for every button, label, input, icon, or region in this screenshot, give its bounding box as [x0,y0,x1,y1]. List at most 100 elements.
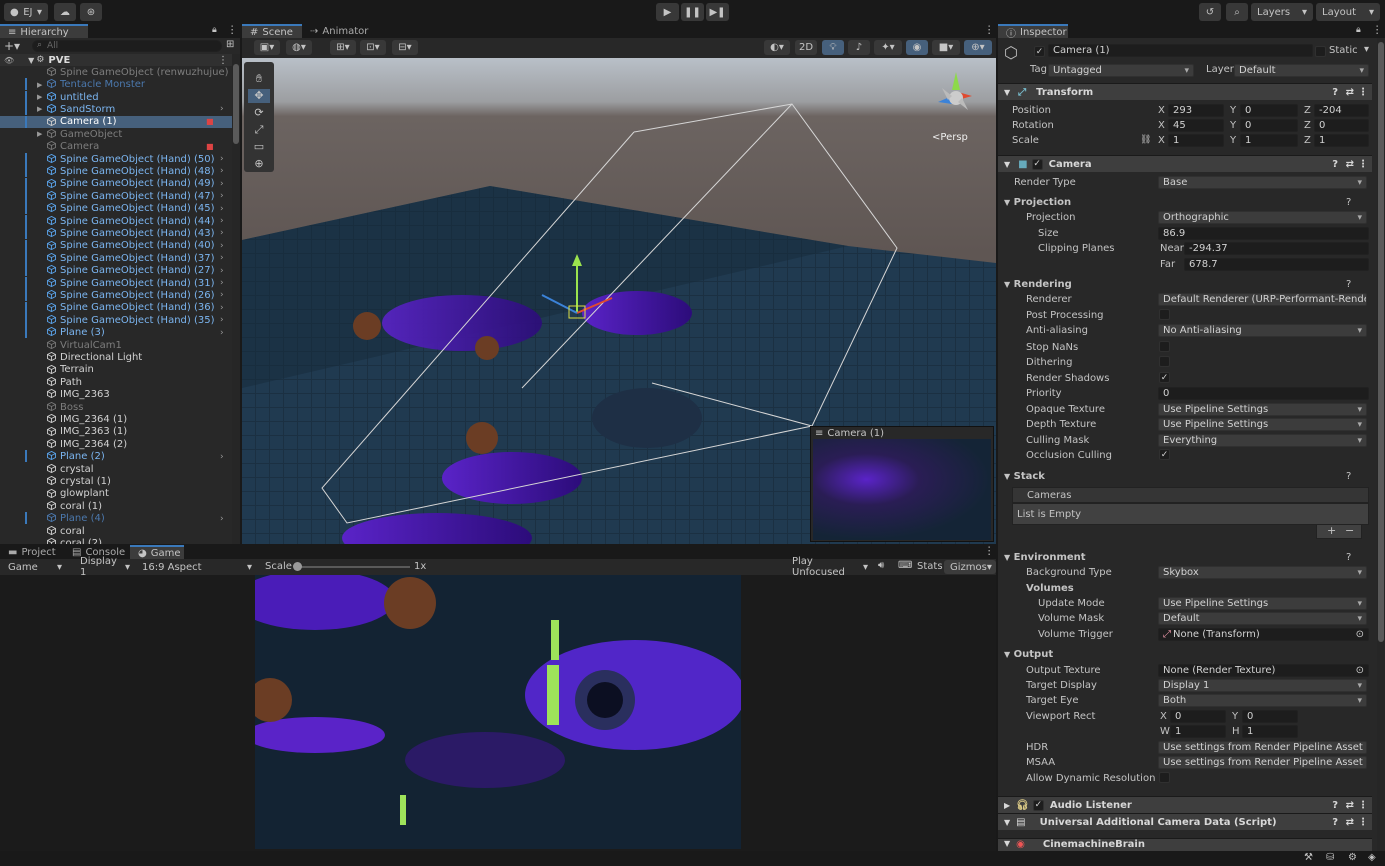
hierarchy-row[interactable]: Spine GameObject (Hand) (37) › [0,252,232,265]
hidden-objects-icon[interactable]: ◉ [906,40,928,55]
projection-foldout[interactable]: ▼ Projection [1004,197,1071,208]
layer-dropdown[interactable]: Default [1234,64,1369,77]
hierarchy-row[interactable]: coral (1) [0,500,232,513]
scene-search-icon[interactable]: ⊞ [226,39,234,50]
hierarchy-row[interactable]: IMG_2363 [0,388,232,401]
play-mode-dropdown[interactable]: Play Unfocused ▾ [786,556,874,578]
rotation-x-field[interactable]: 45 [1168,119,1224,132]
hierarchy-row[interactable]: Camera ■ [0,140,232,153]
far-field[interactable]: 678.7 [1184,258,1369,271]
output-foldout[interactable]: ▼ Output [1004,649,1053,660]
inspector-scrollbar[interactable] [1377,38,1385,851]
scale-tool-icon[interactable]: ⤢ [248,123,270,137]
chevron-right-icon[interactable]: › [220,303,224,313]
notification-icon[interactable]: ◈ [1368,852,1376,863]
hierarchy-row[interactable]: Directional Light [0,351,232,364]
help-icon[interactable]: ? [1346,279,1351,290]
hierarchy-row[interactable]: Spine GameObject (Hand) (27) › [0,264,232,277]
cinemachine-header[interactable]: ▼ ◉ CinemachineBrain [998,838,1372,851]
render-type-dropdown[interactable]: Base [1158,176,1367,189]
rotation-z-field[interactable]: 0 [1314,119,1369,132]
chevron-right-icon[interactable]: › [220,452,224,462]
scale-x-field[interactable]: 1 [1168,134,1224,147]
hierarchy-row[interactable]: Camera (1) ■ [0,115,232,129]
cache-icon[interactable]: ⛁ [1326,852,1334,863]
aspect-dropdown[interactable]: 16:9 Aspect ▾ [136,560,258,574]
rotate-tool-icon[interactable]: ⟳ [248,106,270,120]
chevron-right-icon[interactable]: › [220,166,224,176]
msaa-dropdown[interactable]: Use settings from Render Pipeline Asset [1158,756,1367,769]
effects-icon[interactable]: ✦▾ [874,40,902,55]
hierarchy-row[interactable]: coral (2) [0,537,232,544]
expand-icon[interactable]: ▼ [28,56,34,65]
camera-header[interactable]: ▼ ■ ✓ Camera ? ⇄ ⋮ [998,155,1372,172]
lock-icon[interactable]: 🔒︎ [212,25,217,35]
hierarchy-row[interactable]: Spine GameObject (Hand) (26) › [0,289,232,302]
background-type-dropdown[interactable]: Skybox [1158,566,1367,579]
projection-dropdown[interactable]: Orthographic [1158,211,1367,224]
hierarchy-scrollbar[interactable] [232,54,240,544]
history-icon[interactable]: ↺ [1199,3,1221,21]
shading-icon[interactable]: ◐▾ [764,40,790,55]
more-icon[interactable]: ⋮ [1358,817,1368,828]
hdr-dropdown[interactable]: Use settings from Render Pipeline Asset [1158,741,1367,754]
help-icon[interactable]: ? [1346,197,1351,208]
scale-slider-thumb[interactable] [293,562,302,571]
pause-button[interactable]: ❚❚ [681,3,704,21]
grid-snap-icon[interactable]: ⊞▾ [330,40,356,55]
dithering-checkbox[interactable] [1159,356,1170,367]
visibility-icon[interactable]: 👁︎ [4,56,14,65]
chevron-down-icon[interactable]: ▾ [1364,44,1369,55]
update-mode-dropdown[interactable]: Use Pipeline Settings [1158,597,1367,610]
hierarchy-row[interactable]: Plane (3) › [0,326,232,339]
viewport-x-field[interactable]: 0 [1170,710,1226,723]
tab-hierarchy[interactable]: ≡ Hierarchy [0,24,88,38]
culling-mask-dropdown[interactable]: Everything [1158,434,1367,447]
hierarchy-row[interactable]: Spine GameObject (Hand) (48) › [0,165,232,178]
size-field[interactable]: 86.9 [1158,227,1369,240]
hierarchy-row[interactable]: coral [0,525,232,538]
more-icon[interactable]: ⋮ [1372,24,1383,36]
tab-scene[interactable]: # Scene [242,24,302,38]
chevron-right-icon[interactable]: › [220,104,224,114]
drag-handle-icon[interactable]: ≡ [815,428,823,439]
chevron-right-icon[interactable]: › [220,228,224,238]
viewport-h-field[interactable]: 1 [1242,725,1298,738]
hierarchy-row[interactable]: Spine GameObject (Hand) (50) › [0,152,232,166]
viewport-w-field[interactable]: 1 [1170,725,1226,738]
progress-icon[interactable]: ⚒ [1304,852,1313,863]
uacd-header[interactable]: ▼ ▤ Universal Additional Camera Data (Sc… [998,813,1372,830]
hierarchy-row[interactable]: IMG_2363 (1) [0,426,232,439]
object-picker-icon[interactable]: ⊙ [1356,665,1364,676]
volume-mask-dropdown[interactable]: Default [1158,612,1367,625]
audio-enabled-checkbox[interactable]: ✓ [1032,799,1044,811]
expand-icon[interactable]: ▶ [37,130,42,138]
account-dropdown[interactable]: ● EJ ▾ [4,3,48,21]
chevron-right-icon[interactable]: › [220,278,224,288]
move-tool-icon[interactable]: ✥ [248,89,270,103]
camera-icon[interactable]: ■▾ [932,40,960,55]
link-icon[interactable]: ⛓ [1140,135,1151,145]
help-icon[interactable]: ? [1346,552,1351,563]
post-processing-checkbox[interactable] [1159,309,1170,320]
cloud-icon[interactable]: ☁ [54,3,76,21]
help-icon[interactable]: ? [1332,817,1338,828]
scrollbar-thumb[interactable] [1378,42,1384,642]
hierarchy-row[interactable]: Terrain [0,364,232,377]
orientation-gizmo[interactable] [928,66,988,126]
global-icon[interactable]: ◍▾ [286,40,312,55]
target-eye-dropdown[interactable]: Both [1158,694,1367,707]
more-icon[interactable]: ⋮ [984,24,995,36]
more-icon[interactable]: ⋮ [1358,800,1368,811]
game-view[interactable] [255,575,741,849]
help-icon[interactable]: ? [1332,87,1338,98]
hierarchy-row[interactable]: Spine GameObject (Hand) (44) › [0,214,232,228]
more-icon[interactable]: ⋮ [227,24,238,36]
hierarchy-row[interactable]: Spine GameObject (Hand) (40) › [0,239,232,253]
hierarchy-row[interactable]: Plane (4) › [0,512,232,525]
expand-icon[interactable]: ▶ [37,93,42,101]
chevron-right-icon[interactable]: › [220,315,224,325]
preset-icon[interactable]: ⇄ [1346,87,1354,98]
scale-slider[interactable] [293,562,410,571]
hierarchy-row[interactable]: Path [0,376,232,389]
